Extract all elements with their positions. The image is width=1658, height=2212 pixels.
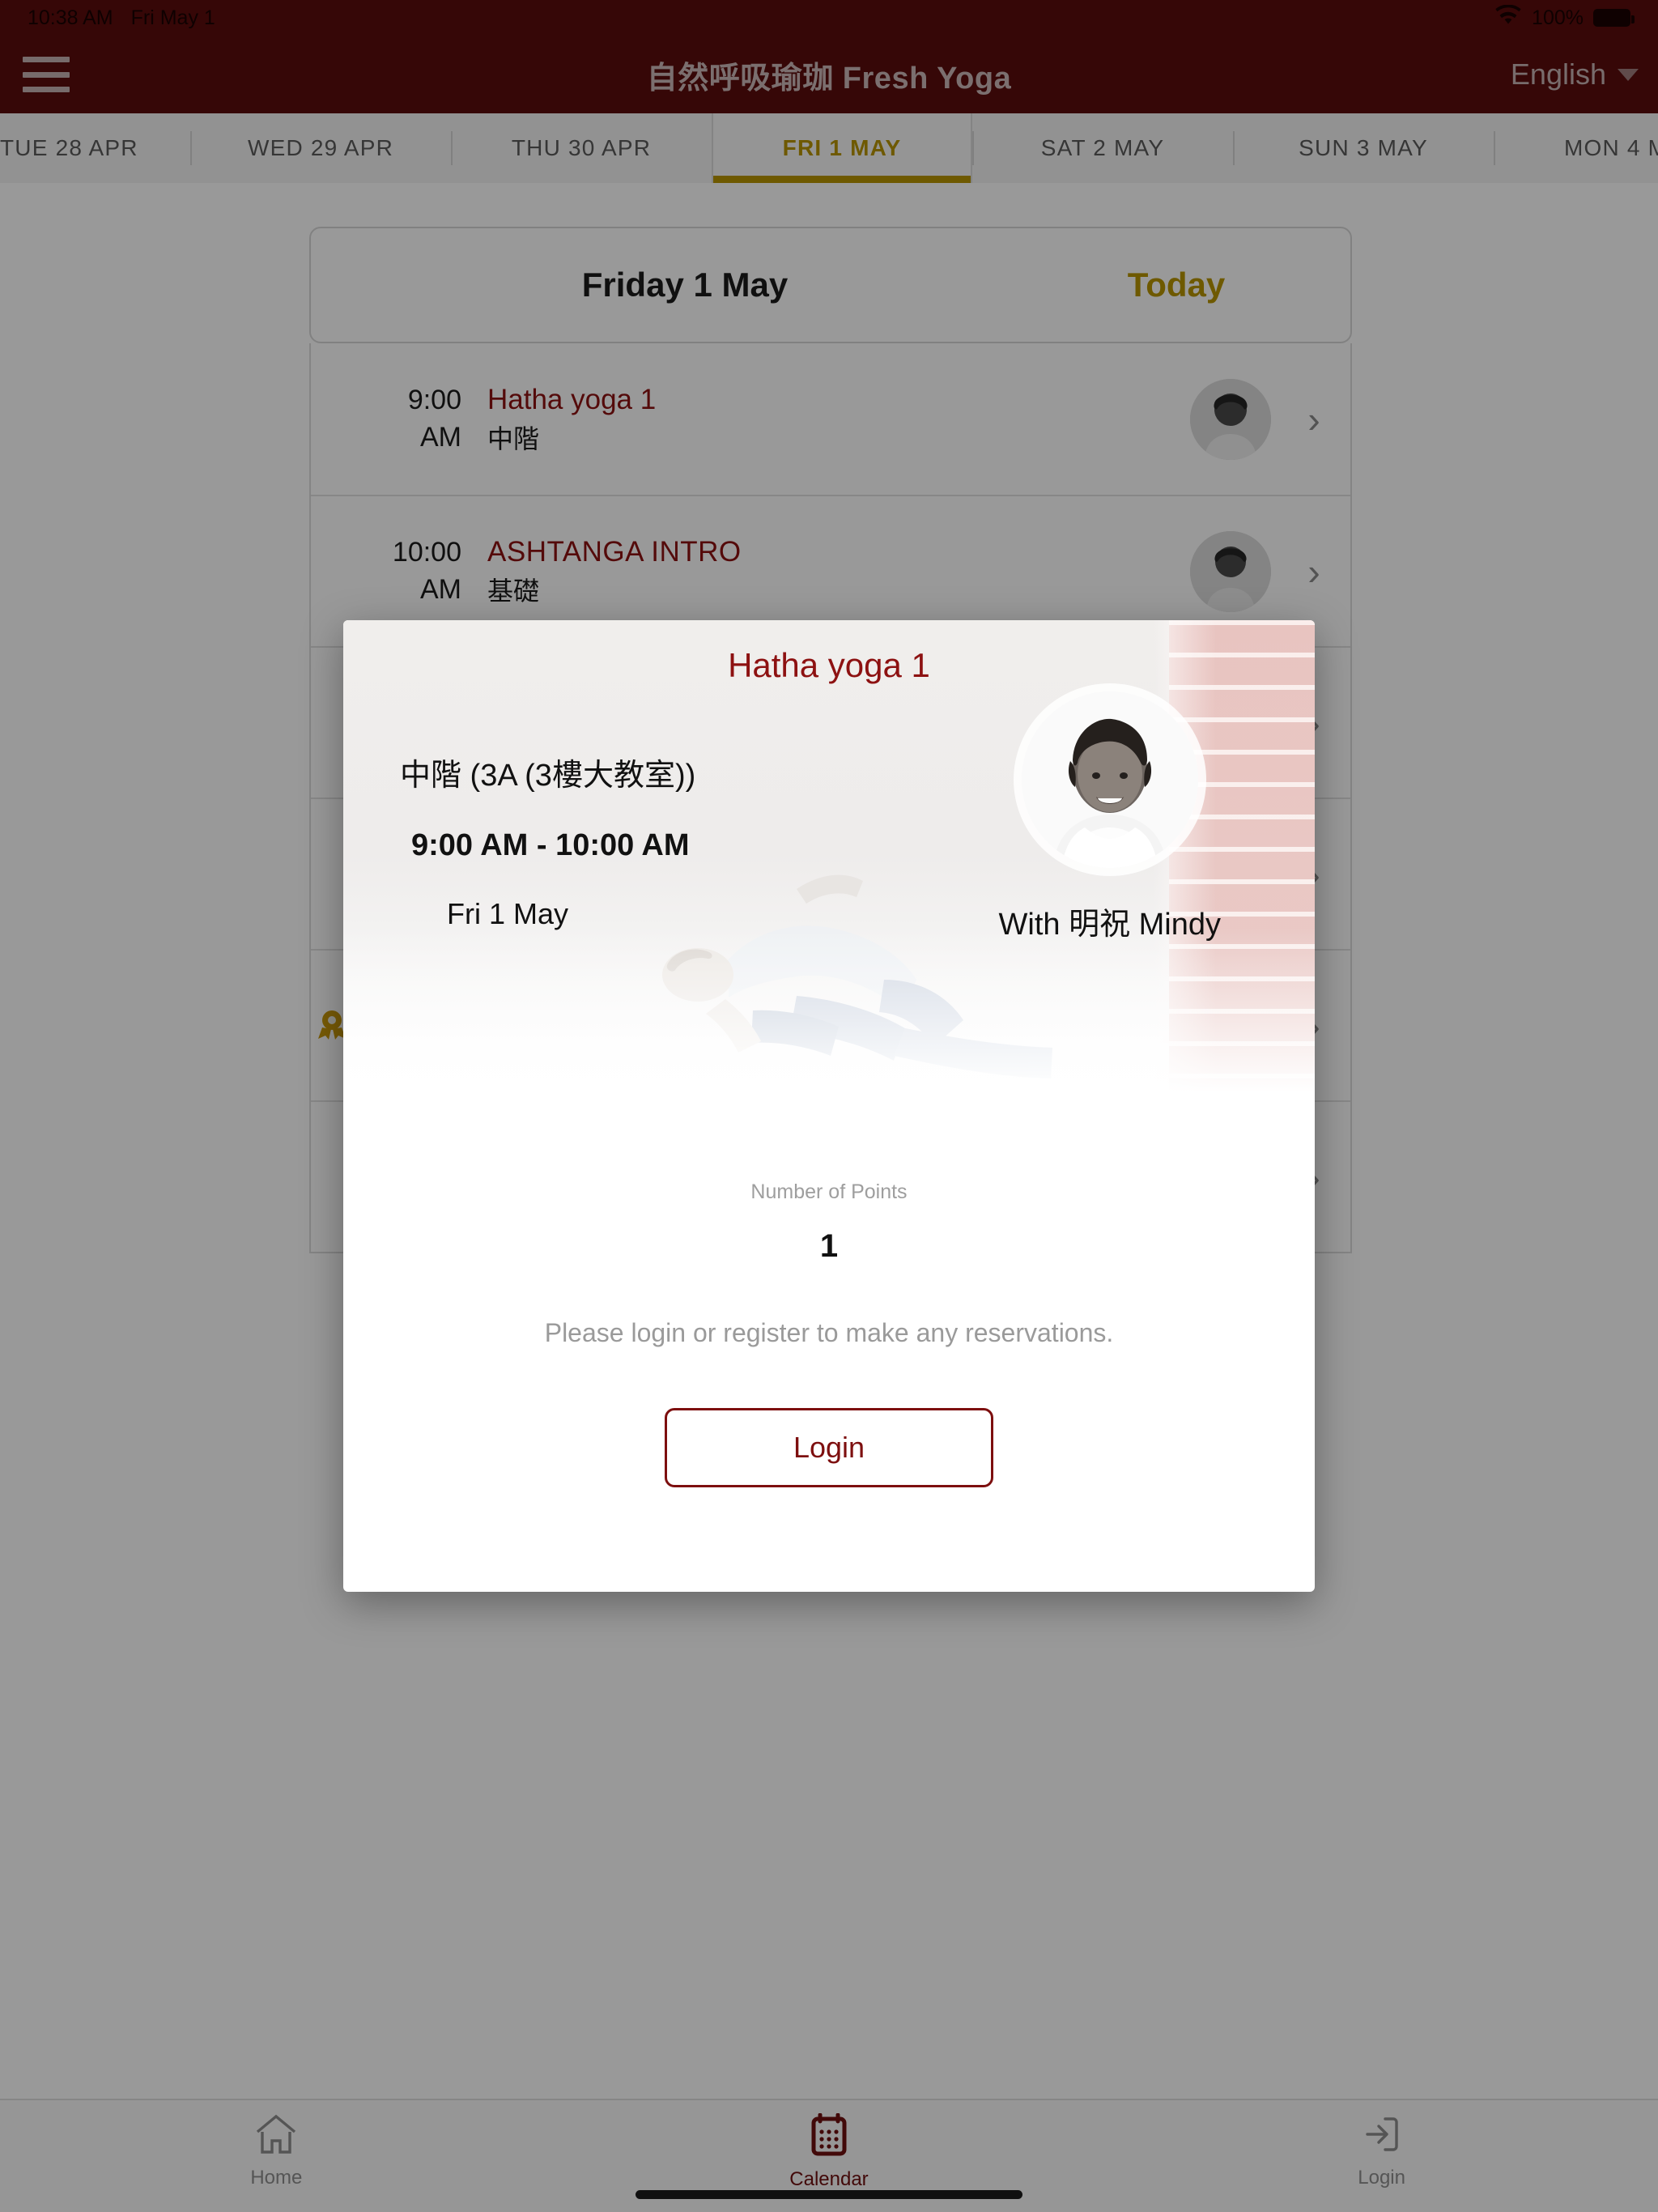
instructor-block: With 明祝 Mindy: [999, 691, 1221, 943]
modal-body: Number of Points 1 Please login or regis…: [343, 1138, 1315, 1487]
class-time-range: 9:00 AM - 10:00 AM: [411, 828, 690, 862]
class-date: Fri 1 May: [447, 897, 569, 930]
points-label: Number of Points: [750, 1180, 908, 1203]
app-root: 10:38 AM Fri May 1 100% 自然呼吸瑜珈 Fresh Yog…: [0, 0, 1658, 2212]
modal-title: Hatha yoga 1: [728, 646, 930, 684]
modal-hero: Hatha yoga 1 中階 (3A (3樓大教室)) 9:00 AM - 1…: [343, 620, 1315, 1138]
login-notice: Please login or register to make any res…: [544, 1318, 1114, 1347]
class-detail-modal: Hatha yoga 1 中階 (3A (3樓大教室)) 9:00 AM - 1…: [343, 620, 1315, 1592]
instructor-avatar: [1021, 691, 1198, 868]
points-value: 1: [819, 1228, 839, 1264]
class-room: 中階 (3A (3樓大教室)): [400, 759, 696, 793]
instructor-name: With 明祝 Mindy: [998, 908, 1221, 942]
login-button[interactable]: Login: [665, 1408, 993, 1487]
class-details: 中階 (3A (3樓大教室)) 9:00 AM - 10:00 AM Fri 1…: [400, 750, 695, 931]
